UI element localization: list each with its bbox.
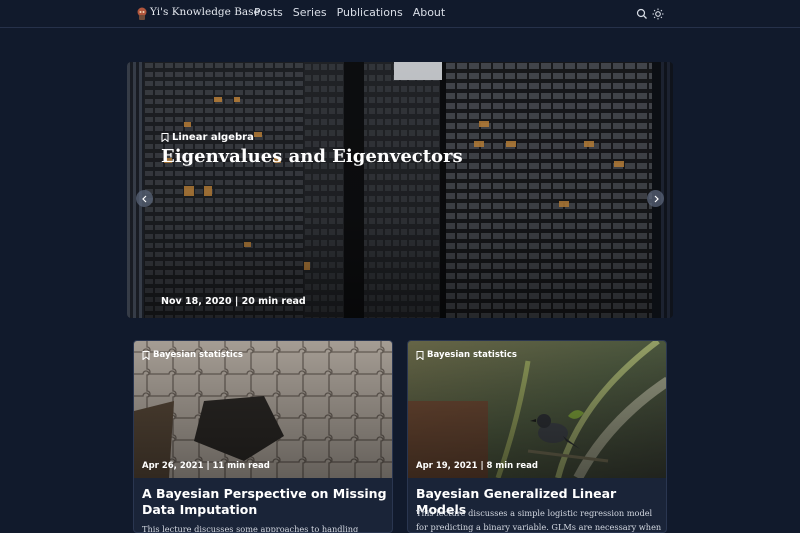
sun-icon[interactable] [652, 8, 664, 20]
site-header: Yi's Knowledge Base Posts Series Publica… [0, 0, 800, 28]
chevron-left-icon [141, 195, 146, 202]
card-excerpt: This lecture discusses some approaches t… [142, 524, 359, 533]
card-category[interactable]: Bayesian statistics [142, 350, 243, 360]
card-title[interactable]: A Bayesian Perspective on Missing Data I… [142, 486, 388, 518]
featured-title[interactable]: Eigenvalues and Eigenvectors [161, 146, 463, 167]
carousel-prev-button[interactable] [136, 190, 153, 207]
post-card[interactable]: Bayesian statistics Apr 26, 2021 | 11 mi… [133, 340, 393, 533]
bookmark-icon [142, 350, 150, 360]
bookmark-icon [416, 350, 424, 360]
nav-posts[interactable]: Posts [254, 6, 283, 19]
card-category[interactable]: Bayesian statistics [416, 350, 517, 360]
bird-photo [408, 341, 666, 478]
card-image-puzzle[interactable] [134, 341, 392, 478]
featured-slide-image[interactable] [144, 62, 652, 318]
featured-category-label: Linear algebra [172, 132, 254, 143]
featured-carousel [127, 62, 673, 318]
card-category-label: Bayesian statistics [153, 350, 243, 360]
post-card[interactable]: Bayesian statistics Apr 19, 2021 | 8 min… [407, 340, 667, 533]
nav-publications[interactable]: Publications [337, 6, 403, 19]
chevron-right-icon [654, 195, 659, 202]
main-nav: Posts Series Publications About [254, 6, 445, 19]
next-slide-preview[interactable] [661, 62, 673, 318]
logo-icon[interactable] [136, 7, 148, 21]
carousel-next-button[interactable] [647, 190, 664, 207]
card-meta: Apr 26, 2021 | 11 min read [142, 461, 270, 471]
slide-overlay [144, 62, 652, 318]
card-excerpt: This lecture discusses a simple logistic… [416, 508, 662, 532]
featured-category[interactable]: Linear algebra [161, 132, 254, 143]
brand-name[interactable]: Yi's Knowledge Base [150, 6, 260, 18]
nav-series[interactable]: Series [293, 6, 327, 19]
card-category-label: Bayesian statistics [427, 350, 517, 360]
featured-meta: Nov 18, 2020 | 20 min read [161, 296, 306, 307]
card-meta: Apr 19, 2021 | 8 min read [416, 461, 538, 471]
nav-about[interactable]: About [413, 6, 446, 19]
card-image-bird[interactable] [408, 341, 666, 478]
bookmark-icon [161, 133, 169, 142]
search-icon[interactable] [636, 8, 648, 20]
puzzle-photo [134, 341, 392, 478]
